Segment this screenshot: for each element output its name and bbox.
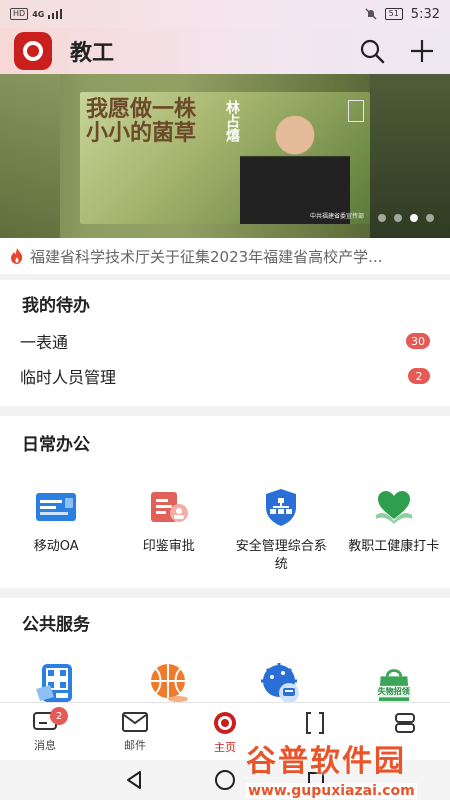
notice-bar[interactable]: 福建省科学技术厅关于征集2023年福建省高校产学... <box>0 238 450 274</box>
signal-bars-icon <box>48 9 63 19</box>
plus-icon <box>411 40 433 62</box>
service-tile-sports[interactable] <box>113 662 226 704</box>
app-logo <box>14 32 52 70</box>
banner-person-name: 林占熺 <box>224 100 240 142</box>
banner-photo <box>240 110 350 224</box>
sports-ball-icon <box>150 664 188 702</box>
banner-carousel[interactable]: 我愿做一株小小的菌草 林占熺 中共福建省委宣传部 <box>0 74 450 238</box>
tab-mail[interactable]: 邮件 <box>90 703 180 760</box>
signal-indicator: 4G <box>32 9 45 19</box>
hd-badge: HD <box>10 8 29 20</box>
tile-label: 教职工健康打卡 <box>348 539 440 554</box>
public-services-section: 公共服务 失物招领 <box>0 598 450 708</box>
fire-icon <box>11 248 23 264</box>
app-header: 教工 <box>0 28 450 74</box>
app-tile-seal-approval[interactable]: 印鉴审批 <box>113 486 226 574</box>
home-logo-icon <box>214 712 236 734</box>
todo-section: 我的待办 一表通 30 临时人员管理 2 <box>0 280 450 406</box>
lost-and-found-icon <box>376 669 411 702</box>
campus-bus-icon <box>261 663 300 703</box>
payment-qr-icon <box>36 664 73 702</box>
tab-label: 消息 <box>34 739 56 752</box>
banner-slide[interactable]: 我愿做一株小小的菌草 林占熺 中共福建省委宣传部 <box>80 92 370 224</box>
daily-office-section: 日常办公 移动OA 印鉴审批 安全管理综合系统 教职工健康打卡 <box>0 416 450 588</box>
banner-caption: 中共福建省委宣传部 <box>309 213 364 220</box>
banner-prev-slide <box>0 74 60 238</box>
clock: 5:32 <box>410 6 440 22</box>
bracket-icon <box>306 712 324 734</box>
mute-bell-icon <box>365 8 377 20</box>
tile-label: 移动OA <box>33 539 79 554</box>
lost-found-icon-text: 失物招领 <box>377 687 410 696</box>
seal-approval-icon <box>150 492 188 522</box>
todo-item-label: 一表通 <box>20 333 69 352</box>
tab-label: 邮件 <box>124 739 146 752</box>
search-icon <box>360 39 385 64</box>
health-checkin-icon <box>375 491 412 524</box>
tile-label: 安全管理综合系统 <box>235 539 327 572</box>
public-title: 公共服务 <box>22 615 90 635</box>
banner-headline: 我愿做一株小小的菌草 <box>86 97 197 146</box>
todo-item[interactable]: 一表通 30 <box>20 326 430 356</box>
watermark-title: 谷普软件园 <box>246 744 406 779</box>
mail-icon <box>122 712 148 732</box>
notice-text: 福建省科学技术厅关于征集2023年福建省高校产学... <box>30 247 383 266</box>
tab-label: 主页 <box>214 741 236 754</box>
service-tile-lost-found[interactable]: 失物招领 <box>338 662 450 704</box>
message-badge: 2 <box>50 707 68 725</box>
add-button[interactable] <box>408 37 436 65</box>
home-icon[interactable] <box>214 769 236 791</box>
page-title: 教工 <box>70 41 115 66</box>
todo-item-label: 临时人员管理 <box>20 368 117 387</box>
service-tile-bus[interactable] <box>225 662 338 704</box>
tile-label: 印鉴审批 <box>142 539 195 554</box>
service-tile-payment[interactable] <box>0 662 113 704</box>
battery-indicator: 51 <box>384 8 403 20</box>
carousel-dots <box>378 214 434 222</box>
security-shield-icon <box>266 489 297 526</box>
todo-title: 我的待办 <box>22 296 90 316</box>
app-tile-security[interactable]: 安全管理综合系统 <box>225 486 338 574</box>
carousel-dot[interactable] <box>378 214 386 222</box>
todo-count-badge: 30 <box>406 333 430 349</box>
carousel-dot-active[interactable] <box>410 214 418 222</box>
carousel-dot[interactable] <box>394 214 402 222</box>
banner-stamp <box>348 100 364 122</box>
watermark: 谷普软件园 www.gupuxiazai.com <box>246 736 446 799</box>
back-icon[interactable] <box>124 770 144 790</box>
todo-item[interactable]: 临时人员管理 2 <box>20 361 430 391</box>
status-bar: HD 4G 51 5:32 <box>0 0 450 28</box>
watermark-url: www.gupuxiazai.com <box>246 783 417 799</box>
app-tile-oa[interactable]: 移动OA <box>0 486 113 574</box>
oa-icon <box>36 493 77 521</box>
search-button[interactable] <box>358 37 386 65</box>
app-tile-health-checkin[interactable]: 教职工健康打卡 <box>338 486 450 574</box>
todo-count-badge: 2 <box>408 368 430 384</box>
tab-messages[interactable]: 2 消息 <box>0 703 90 760</box>
profile-icon <box>395 713 415 733</box>
daily-title: 日常办公 <box>22 435 90 455</box>
carousel-dot[interactable] <box>426 214 434 222</box>
